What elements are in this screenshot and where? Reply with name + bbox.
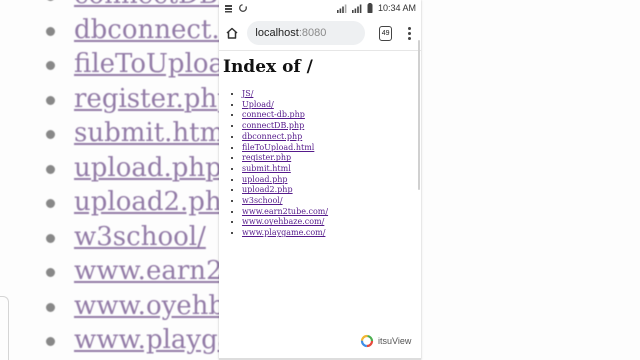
home-button[interactable] — [225, 24, 239, 42]
list-item: w3school/ — [242, 196, 417, 207]
menu-dot — [407, 26, 411, 30]
list-item: submit.html — [242, 164, 417, 175]
background-entry: submit.html — [46, 116, 219, 151]
list-item: fileToUpload.html — [242, 143, 417, 154]
directory-link[interactable]: www.playgame.com/ — [242, 228, 325, 237]
page-title: Index of / — [223, 57, 313, 77]
blurred-background-left: connectDB.php dbconnect.php fileToUpload… — [0, 0, 219, 360]
background-entry: connectDB.php — [46, 0, 219, 13]
background-entry: www.playgame.com/ — [46, 323, 219, 358]
tab-switcher-button[interactable]: 49 — [379, 25, 392, 41]
blurred-background-right — [421, 0, 640, 360]
list-item: dbconnect.php — [242, 132, 417, 143]
background-edge — [0, 296, 9, 360]
directory-listing: JS/ Upload/ connect-db.php connectDB.php… — [223, 89, 417, 239]
directory-link[interactable]: Upload/ — [242, 100, 274, 109]
list-item: Upload/ — [242, 100, 417, 111]
battery-icon — [367, 3, 373, 13]
storage-icon — [225, 4, 232, 12]
list-item: connect-db.php — [242, 110, 417, 121]
list-item: www.oyehbaze.com/ — [242, 217, 417, 228]
address-port: :8080 — [298, 27, 327, 39]
sync-icon — [239, 4, 247, 12]
directory-link[interactable]: upload.php — [242, 175, 287, 184]
status-bar: 10:34 AM — [219, 0, 421, 16]
directory-link[interactable]: connect-db.php — [242, 110, 305, 119]
overflow-menu-button[interactable] — [404, 26, 415, 40]
background-listing: connectDB.php dbconnect.php fileToUpload… — [46, 0, 219, 358]
list-item: upload2.php — [242, 185, 417, 196]
watermark-logo-icon — [360, 334, 374, 348]
background-entry: www.earn2tube.com/ — [46, 254, 219, 289]
list-item: www.earn2tube.com/ — [242, 207, 417, 218]
background-entry: fileToUpload.html — [46, 47, 219, 82]
background-entry: w3school/ — [46, 220, 219, 255]
background-entry: upload2.php — [46, 185, 219, 220]
directory-link[interactable]: w3school/ — [242, 196, 283, 205]
directory-link[interactable]: fileToUpload.html — [242, 143, 314, 152]
list-item: connectDB.php — [242, 121, 417, 132]
watermark-label: itsuView — [378, 336, 412, 346]
background-entry: register.php — [46, 82, 219, 117]
list-item: www.playgame.com/ — [242, 228, 417, 239]
status-time: 10:34 AM — [377, 3, 416, 13]
directory-link[interactable]: connectDB.php — [242, 121, 304, 130]
list-item: upload.php — [242, 175, 417, 186]
directory-link[interactable]: dbconnect.php — [242, 132, 302, 141]
phone-screen: 10:34 AM localhost:8080 49 Index of / JS… — [219, 0, 421, 360]
status-right: 10:34 AM — [336, 3, 416, 13]
home-icon — [226, 27, 238, 39]
page-content: Index of / JS/ Upload/ connect-db.php co… — [219, 51, 421, 239]
status-left — [224, 3, 248, 13]
scrollbar[interactable] — [418, 40, 420, 190]
directory-link[interactable]: submit.html — [242, 164, 291, 173]
menu-dot — [407, 31, 411, 35]
background-entry: dbconnect.php — [46, 13, 219, 48]
background-entry: upload.php — [46, 151, 219, 186]
directory-link[interactable]: register.php — [242, 153, 291, 162]
address-host: localhost — [255, 27, 299, 39]
menu-dot — [407, 36, 411, 40]
directory-link[interactable]: upload2.php — [242, 185, 293, 194]
directory-link[interactable]: www.oyehbaze.com/ — [242, 217, 324, 226]
signal-icon-2 — [351, 4, 362, 13]
list-item: register.php — [242, 153, 417, 164]
browser-toolbar: localhost:8080 49 — [219, 16, 421, 51]
directory-link[interactable]: JS/ — [242, 89, 253, 98]
signal-icon — [336, 4, 347, 13]
background-entry: www.oyehbaze.com/ — [46, 289, 219, 324]
watermark: itsuView — [360, 334, 411, 348]
address-bar[interactable]: localhost:8080 — [247, 21, 366, 45]
list-item: JS/ — [242, 89, 417, 100]
directory-link[interactable]: www.earn2tube.com/ — [242, 207, 328, 216]
